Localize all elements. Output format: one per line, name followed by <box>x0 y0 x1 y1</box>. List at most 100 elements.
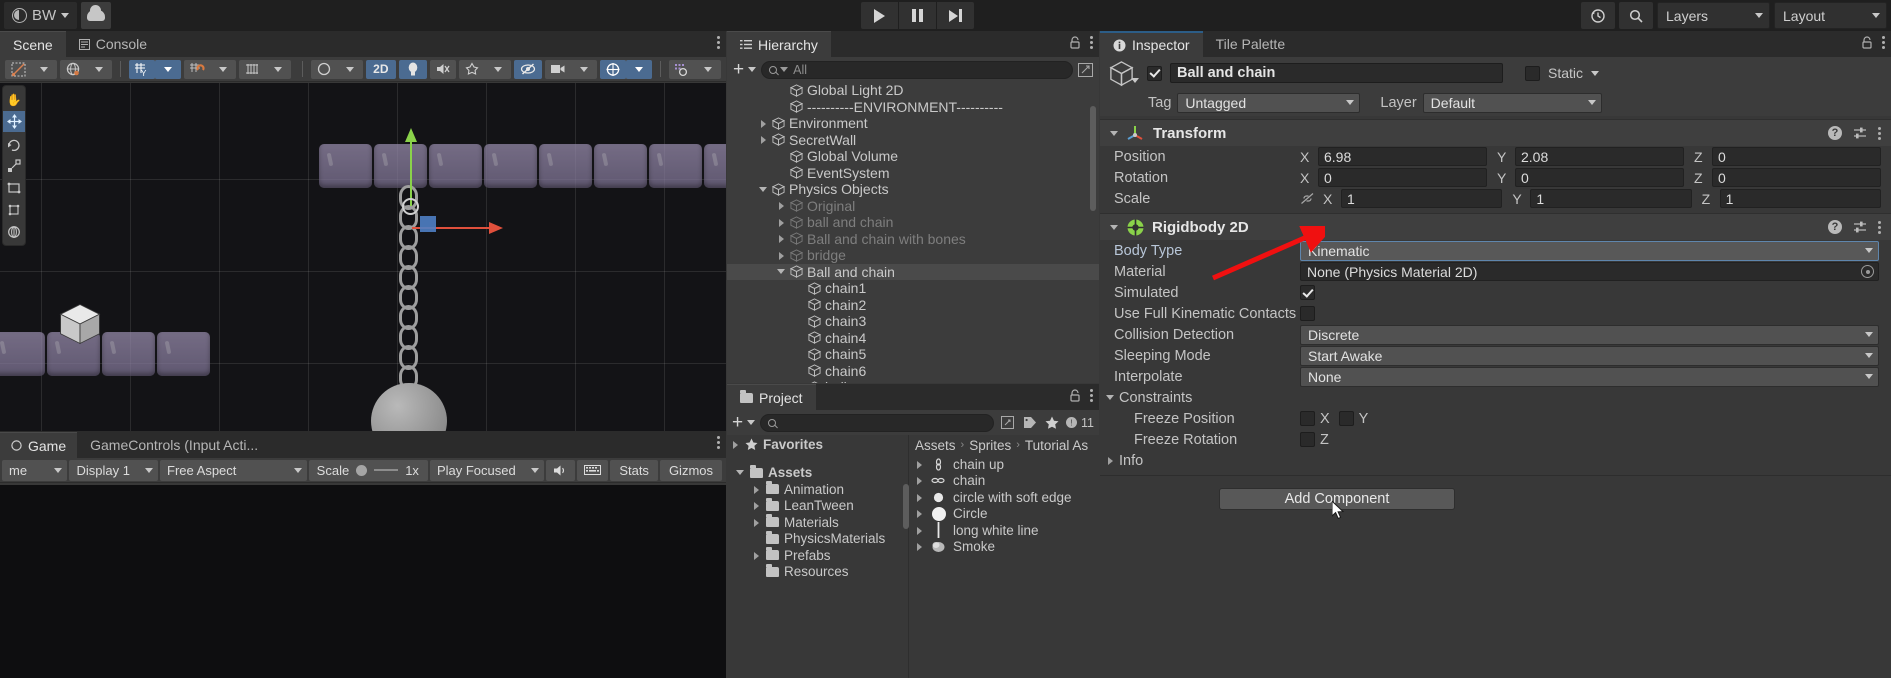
lock-icon[interactable] <box>1861 36 1873 49</box>
effects-dropdown[interactable] <box>485 60 511 79</box>
kebab-menu-icon[interactable] <box>1878 220 1881 234</box>
kebab-menu-icon[interactable] <box>1090 389 1093 402</box>
tab-gamecontrols[interactable]: GameControls (Input Acti... <box>77 432 272 458</box>
mute-audio-button[interactable] <box>546 459 576 481</box>
static-checkbox[interactable] <box>1525 65 1540 81</box>
rigidbody2d-component-header[interactable]: Rigidbody 2D ? <box>1100 213 1891 240</box>
z-value-field[interactable]: 0 <box>1712 168 1881 187</box>
gizmo-visibility-group[interactable] <box>669 59 722 79</box>
shading-dropdown[interactable] <box>337 60 363 79</box>
simulated-checkbox[interactable] <box>1300 285 1315 300</box>
keyboard-input-button[interactable] <box>577 459 609 481</box>
scale-link-icon[interactable] <box>1300 192 1315 205</box>
grid-snapping-dropdown[interactable] <box>210 60 236 79</box>
breadcrumb-item[interactable]: Tutorial As <box>1025 438 1088 453</box>
asset-row[interactable]: Circle <box>909 506 1099 523</box>
game-viewport[interactable] <box>0 485 726 678</box>
effects-icon[interactable] <box>459 60 485 79</box>
z-value-field[interactable]: 1 <box>1719 189 1881 208</box>
scene-tab-options[interactable] <box>717 36 720 49</box>
grid-size-group[interactable] <box>238 59 291 79</box>
hierarchy-tree[interactable]: Global Light 2D ----------ENVIRONMENT----… <box>727 82 1099 383</box>
project-tree-item[interactable]: LeanTween <box>727 497 908 515</box>
chevron-right-icon[interactable] <box>915 509 924 519</box>
freeze-rotation-z-checkbox[interactable] <box>1300 432 1315 447</box>
project-tree-item[interactable]: PhysicsMaterials <box>727 530 908 548</box>
play-mode-dropdown[interactable]: Play Focused <box>429 459 545 481</box>
hierarchy-item[interactable]: chain1 <box>727 280 1099 297</box>
gizmo-visibility-icon[interactable] <box>669 60 695 79</box>
rect-tool-icon[interactable] <box>3 177 25 198</box>
grid-snapping-icon[interactable] <box>184 60 210 79</box>
shading-mode-icon[interactable] <box>311 60 337 79</box>
hierarchy-item[interactable]: ball <box>727 379 1099 383</box>
pivot-group[interactable] <box>60 59 112 79</box>
hierarchy-item[interactable]: ball and chain <box>727 214 1099 231</box>
layer-dropdown[interactable]: Default <box>1422 92 1602 113</box>
tab-hierarchy[interactable]: Hierarchy <box>727 31 831 57</box>
gizmo-xy-plane[interactable] <box>420 216 436 232</box>
hierarchy-item[interactable]: EventSystem <box>727 165 1099 182</box>
draw-tool-icon[interactable] <box>5 60 31 79</box>
breadcrumb-item[interactable]: Sprites <box>969 438 1011 453</box>
lock-icon[interactable] <box>1069 36 1081 49</box>
object-picker-icon[interactable] <box>1861 265 1874 278</box>
tab-inspector[interactable]: Inspector <box>1100 31 1203 57</box>
game-tab-options[interactable] <box>717 436 720 449</box>
gizmo-visibility-dropdown[interactable] <box>695 60 721 79</box>
global-pivot-icon[interactable] <box>60 60 86 79</box>
gizmo-x-arrow[interactable] <box>489 221 503 235</box>
gizmo-y-axis[interactable] <box>410 136 412 206</box>
hierarchy-item[interactable]: Ball and chain <box>727 263 1099 280</box>
mode-2d-toggle[interactable]: 2D <box>365 59 396 79</box>
draw-mode-dropdown[interactable] <box>31 60 57 79</box>
scale-tool-icon[interactable] <box>3 155 25 176</box>
chevron-right-icon[interactable] <box>752 551 761 560</box>
chevron-right-icon[interactable] <box>915 493 924 502</box>
global-search-button[interactable] <box>1619 2 1653 29</box>
hierarchy-item[interactable]: Physics Objects <box>727 181 1099 198</box>
object-name-field[interactable]: Ball and chain <box>1170 63 1503 83</box>
project-tree-item[interactable]: Prefabs <box>727 547 908 564</box>
scene-camera-icon[interactable] <box>545 60 571 79</box>
chevron-right-icon[interactable] <box>752 485 761 494</box>
move-tool-icon[interactable] <box>3 111 25 132</box>
lock-icon[interactable] <box>1069 389 1081 402</box>
hierarchy-item[interactable]: Global Light 2D <box>727 82 1099 99</box>
create-asset-button[interactable]: + <box>732 413 756 432</box>
tab-scene[interactable]: Scene <box>0 31 66 57</box>
lighting-toggle[interactable] <box>398 59 427 79</box>
chevron-right-icon[interactable] <box>752 518 761 527</box>
hierarchy-item[interactable]: chain5 <box>727 346 1099 363</box>
x-value-field[interactable]: 6.98 <box>1318 147 1487 166</box>
pivot-dropdown[interactable] <box>86 60 112 79</box>
x-value-field[interactable]: 0 <box>1318 168 1487 187</box>
chevron-right-icon[interactable] <box>915 460 924 469</box>
audio-group[interactable] <box>429 59 456 79</box>
hierarchy-item[interactable]: chain6 <box>727 363 1099 380</box>
project-tree-item[interactable]: Resources <box>727 563 908 581</box>
chevron-down-icon[interactable] <box>777 267 786 276</box>
hierarchy-item[interactable]: Ball and chain with bones <box>727 231 1099 248</box>
grid-size-icon[interactable] <box>239 60 265 79</box>
shading-group[interactable] <box>310 59 363 79</box>
kebab-menu-icon[interactable] <box>1090 36 1093 49</box>
tab-tile-palette[interactable]: Tile Palette <box>1202 31 1299 57</box>
grid-axis-group[interactable]: Y <box>128 59 181 79</box>
scene-camera-dropdown[interactable] <box>571 60 597 79</box>
create-object-button[interactable]: + <box>733 60 757 79</box>
chevron-down-icon[interactable] <box>736 468 745 477</box>
hierarchy-scrollbar[interactable] <box>1090 106 1096 211</box>
project-tree-item[interactable]: Materials <box>727 514 908 531</box>
hierarchy-item[interactable]: chain2 <box>727 297 1099 314</box>
grid-snapping-group[interactable] <box>183 59 236 79</box>
sleeping-mode-dropdown[interactable]: Start Awake <box>1300 345 1879 366</box>
undo-history-button[interactable] <box>1581 2 1615 29</box>
scene-camera-group[interactable] <box>545 59 598 79</box>
chevron-right-icon[interactable] <box>759 119 768 128</box>
account-button[interactable]: BW <box>4 2 78 29</box>
favorite-star-icon[interactable] <box>1043 414 1060 431</box>
gizmos-toggle-icon[interactable] <box>600 59 627 79</box>
gizmo-center[interactable] <box>402 198 419 215</box>
asset-row[interactable]: chain <box>909 473 1099 490</box>
